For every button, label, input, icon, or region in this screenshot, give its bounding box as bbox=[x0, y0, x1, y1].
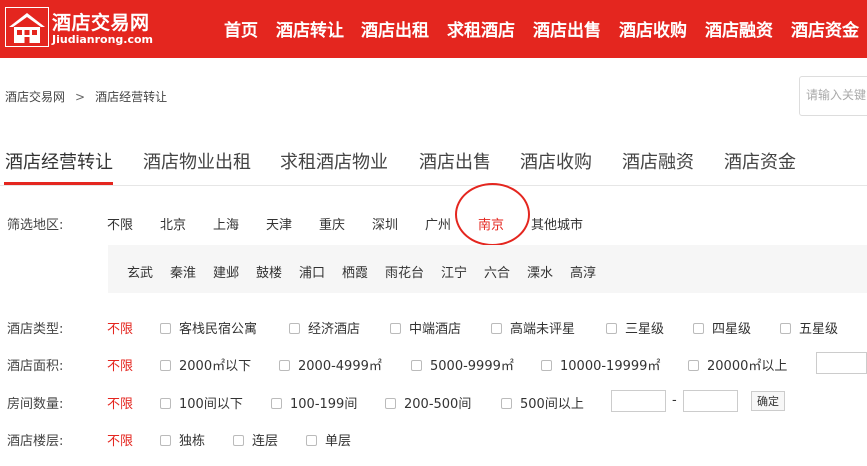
nav-home[interactable]: 首页 bbox=[224, 16, 258, 41]
area-checkbox[interactable]: 2000-4999㎡ bbox=[279, 355, 382, 374]
tab-hotel-financing[interactable]: 酒店融资 bbox=[622, 148, 694, 186]
area-range-input[interactable] bbox=[816, 352, 867, 374]
district-option[interactable]: 秦淮 bbox=[170, 262, 196, 281]
hotel-type-checkbox[interactable]: 中端酒店 bbox=[390, 318, 461, 337]
rooms-checkbox[interactable]: 100间以下 bbox=[160, 393, 243, 412]
district-option[interactable]: 浦口 bbox=[299, 262, 325, 281]
floors-checkbox[interactable]: 独栋 bbox=[160, 430, 205, 449]
district-option[interactable]: 高淳 bbox=[570, 262, 596, 281]
rooms-confirm-button[interactable]: 确定 bbox=[751, 391, 785, 411]
hotel-type-checkbox[interactable]: 高端未评星 bbox=[491, 318, 575, 337]
checkbox-box bbox=[411, 360, 422, 371]
active-tab-indicator bbox=[4, 182, 113, 185]
rooms-checkbox[interactable]: 100-199间 bbox=[271, 393, 357, 412]
hotel-type-checkbox[interactable]: 四星级 bbox=[693, 318, 751, 337]
checkbox-box bbox=[233, 435, 244, 446]
floors-checkbox[interactable]: 单层 bbox=[306, 430, 351, 449]
checkbox-box bbox=[160, 360, 171, 371]
checkbox-box bbox=[279, 360, 290, 371]
checkbox-box bbox=[390, 323, 401, 334]
checkbox-box bbox=[693, 323, 704, 334]
rooms-checkbox[interactable]: 200-500间 bbox=[385, 393, 471, 412]
checkbox-box bbox=[160, 398, 171, 409]
nav-funds[interactable]: 酒店资金 bbox=[791, 16, 859, 41]
hotel-type-label: 酒店类型: bbox=[7, 322, 64, 337]
city-option[interactable]: 北京 bbox=[160, 214, 186, 233]
nav-financing[interactable]: 酒店融资 bbox=[705, 16, 773, 41]
nav-acquire[interactable]: 酒店收购 bbox=[619, 16, 687, 41]
tab-hotel-property-rent[interactable]: 酒店物业出租 bbox=[143, 148, 251, 186]
site-header: 酒店交易网 Jiudianrong.com 首页 酒店转让 酒店出租 求租酒店 … bbox=[0, 0, 867, 58]
breadcrumb-home[interactable]: 酒店交易网 bbox=[5, 90, 65, 104]
district-option[interactable]: 溧水 bbox=[527, 262, 553, 281]
search-input[interactable] bbox=[806, 88, 867, 102]
rooms-min-input[interactable] bbox=[611, 390, 666, 412]
city-option[interactable]: 广州 bbox=[425, 214, 451, 233]
rooms-all[interactable]: 不限 bbox=[107, 393, 133, 412]
city-option[interactable]: 天津 bbox=[266, 214, 292, 233]
floors-all[interactable]: 不限 bbox=[107, 430, 133, 449]
checkbox-box bbox=[491, 323, 502, 334]
area-checkbox[interactable]: 10000-19999㎡ bbox=[541, 355, 660, 374]
nav-transfer[interactable]: 酒店转让 bbox=[276, 16, 344, 41]
area-checkbox[interactable]: 2000㎡以下 bbox=[160, 355, 251, 374]
nav-sale[interactable]: 酒店出售 bbox=[533, 16, 601, 41]
district-option[interactable]: 建邺 bbox=[213, 262, 239, 281]
area-checkbox[interactable]: 5000-9999㎡ bbox=[411, 355, 514, 374]
category-tabs: 酒店经营转让 酒店物业出租 求租酒店物业 酒店出售 酒店收购 酒店融资 酒店资金 bbox=[0, 148, 867, 186]
nav-seek-rent[interactable]: 求租酒店 bbox=[447, 16, 515, 41]
district-option[interactable]: 栖霞 bbox=[342, 262, 368, 281]
tab-hotel-funds[interactable]: 酒店资金 bbox=[724, 148, 796, 186]
checkbox-box bbox=[688, 360, 699, 371]
hotel-type-checkbox[interactable]: 三星级 bbox=[606, 318, 664, 337]
checkbox-box bbox=[160, 323, 171, 334]
region-label: 筛选地区: bbox=[7, 218, 64, 233]
hotel-type-checkbox[interactable]: 经济酒店 bbox=[289, 318, 360, 337]
floors-checkbox[interactable]: 连层 bbox=[233, 430, 278, 449]
district-option[interactable]: 江宁 bbox=[441, 262, 467, 281]
area-label: 酒店面积: bbox=[7, 359, 64, 374]
district-option[interactable]: 雨花台 bbox=[385, 262, 424, 281]
city-option[interactable]: 上海 bbox=[213, 214, 239, 233]
checkbox-box bbox=[289, 323, 300, 334]
hotel-type-checkbox[interactable]: 五星级 bbox=[780, 318, 838, 337]
rooms-label: 房间数量: bbox=[7, 397, 64, 412]
city-option[interactable]: 不限 bbox=[107, 214, 133, 233]
checkbox-box bbox=[271, 398, 282, 409]
checkbox-box bbox=[385, 398, 396, 409]
tab-hotel-sale[interactable]: 酒店出售 bbox=[419, 148, 491, 186]
highlight-circle bbox=[455, 183, 530, 246]
breadcrumb: 酒店交易网 > 酒店经营转让 bbox=[5, 88, 167, 105]
checkbox-box bbox=[606, 323, 617, 334]
search-box bbox=[799, 76, 867, 116]
checkbox-box bbox=[501, 398, 512, 409]
floors-label: 酒店楼层: bbox=[7, 434, 64, 449]
breadcrumb-current[interactable]: 酒店经营转让 bbox=[95, 90, 167, 104]
range-separator: - bbox=[672, 393, 677, 408]
checkbox-box bbox=[541, 360, 552, 371]
checkbox-box bbox=[780, 323, 791, 334]
area-checkbox[interactable]: 20000㎡以上 bbox=[688, 355, 787, 374]
district-option[interactable]: 玄武 bbox=[127, 262, 153, 281]
rooms-checkbox[interactable]: 500间以上 bbox=[501, 393, 584, 412]
tab-seek-hotel-property[interactable]: 求租酒店物业 bbox=[280, 148, 388, 186]
checkbox-box bbox=[160, 435, 171, 446]
rooms-max-input[interactable] bbox=[683, 390, 738, 412]
tab-hotel-operation-transfer[interactable]: 酒店经营转让 bbox=[5, 148, 113, 186]
tab-hotel-acquire[interactable]: 酒店收购 bbox=[520, 148, 592, 186]
nav-rent[interactable]: 酒店出租 bbox=[361, 16, 429, 41]
city-option[interactable]: 其他城市 bbox=[531, 214, 583, 233]
district-option[interactable]: 鼓楼 bbox=[256, 262, 282, 281]
area-all[interactable]: 不限 bbox=[107, 355, 133, 374]
checkbox-box bbox=[306, 435, 317, 446]
hotel-type-all[interactable]: 不限 bbox=[107, 318, 133, 337]
main-nav: 首页 酒店转让 酒店出租 求租酒店 酒店出售 酒店收购 酒店融资 酒店资金 bbox=[0, 16, 867, 42]
breadcrumb-separator: > bbox=[75, 90, 86, 104]
district-option[interactable]: 六合 bbox=[484, 262, 510, 281]
hotel-type-checkbox[interactable]: 客栈民宿公寓 bbox=[160, 318, 257, 337]
city-option[interactable]: 重庆 bbox=[319, 214, 345, 233]
city-option[interactable]: 深圳 bbox=[372, 214, 398, 233]
